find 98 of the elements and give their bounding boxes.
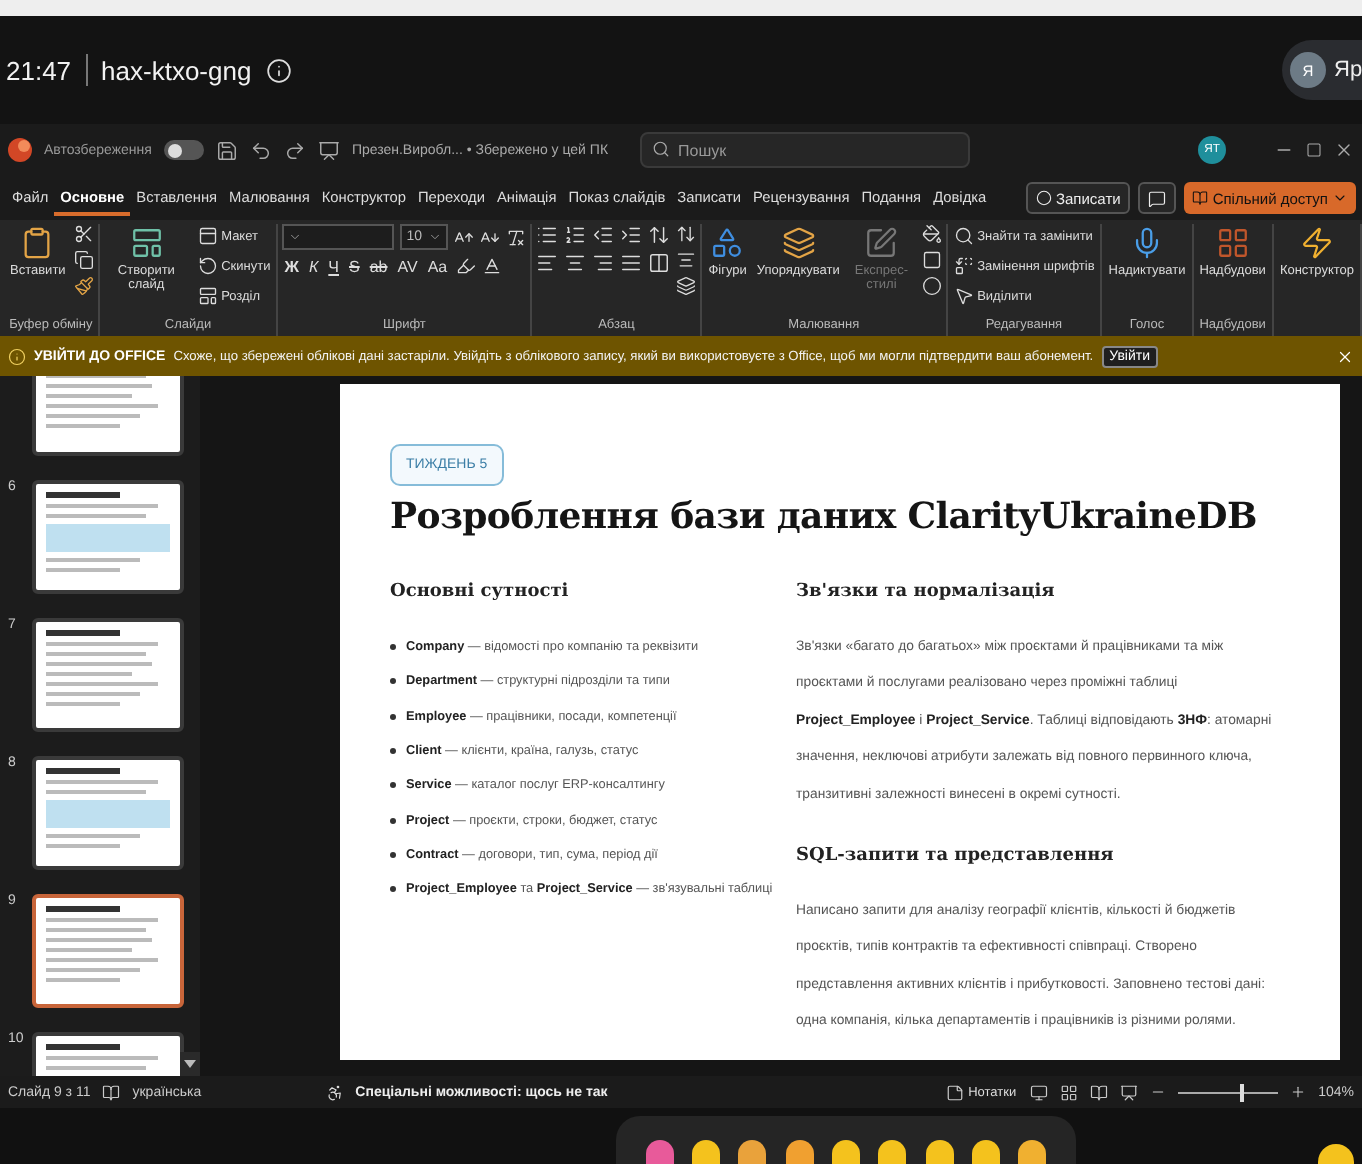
normal-view-icon[interactable] <box>1030 1083 1049 1101</box>
notes-icon <box>946 1083 965 1101</box>
reaction-icon[interactable] <box>691 1140 720 1164</box>
align-text-icon[interactable] <box>676 250 697 270</box>
bullet-icon <box>390 678 396 685</box>
lightning-icon[interactable] <box>1299 226 1334 260</box>
justify-icon[interactable] <box>620 252 643 274</box>
shrink-font-icon[interactable] <box>480 227 501 247</box>
caret-icon <box>1332 190 1348 206</box>
maximize-icon[interactable] <box>1306 142 1322 158</box>
format-button[interactable]: ab <box>367 257 390 275</box>
slide-thumbnail[interactable] <box>32 480 184 594</box>
bullet-icon <box>390 886 396 893</box>
slide-thumbnail[interactable] <box>32 894 184 1008</box>
save-icon[interactable] <box>215 139 238 161</box>
clipboard-icon[interactable] <box>20 226 55 260</box>
info-icon[interactable] <box>265 57 292 83</box>
numbering-icon[interactable] <box>564 224 587 246</box>
font-color-icon[interactable] <box>481 256 502 276</box>
format-button[interactable]: К <box>306 257 321 275</box>
close-icon[interactable] <box>1334 140 1354 160</box>
section-heading: Зв'язки та нормалізація <box>796 582 1057 602</box>
sorter-view-icon[interactable] <box>1060 1083 1079 1101</box>
slide-thumbnail[interactable] <box>32 618 184 732</box>
outdent-icon[interactable] <box>592 224 615 246</box>
indent-icon[interactable] <box>620 224 643 246</box>
app-logo <box>8 138 32 162</box>
comments-button[interactable] <box>1138 182 1177 214</box>
layout-icon[interactable] <box>197 226 218 246</box>
slideshow-icon[interactable] <box>1120 1083 1139 1101</box>
meeting-code: hax-ktxo-gng <box>101 55 252 85</box>
fill-icon[interactable] <box>921 224 942 244</box>
search-icon[interactable] <box>953 226 974 246</box>
slide-thumbnail[interactable] <box>32 756 184 870</box>
bullet-icon <box>390 644 396 651</box>
reaction-icon[interactable] <box>738 1140 767 1164</box>
section-icon[interactable] <box>197 286 218 306</box>
bullet-icon <box>390 817 396 824</box>
reaction-icon[interactable] <box>645 1140 674 1164</box>
highlighter-icon[interactable] <box>455 256 476 276</box>
accessibility-icon[interactable] <box>325 1083 344 1101</box>
record-icon <box>1035 190 1052 206</box>
meeting-time: 21:47 <box>6 55 72 85</box>
undo-icon[interactable] <box>249 139 272 161</box>
align-right-icon[interactable] <box>592 252 615 274</box>
microphone-icon[interactable] <box>1130 226 1164 260</box>
search-icon <box>652 140 671 158</box>
close-button[interactable] <box>1336 347 1354 365</box>
grow-font-icon[interactable] <box>454 227 475 247</box>
columns-icon[interactable] <box>648 252 671 274</box>
reaction-icon[interactable] <box>785 1140 814 1164</box>
caret-icon[interactable] <box>288 230 303 244</box>
reaction-icon[interactable] <box>1318 1144 1354 1164</box>
section-heading: SQL-запити та представлення <box>796 846 1116 867</box>
line-spacing-icon[interactable] <box>648 224 671 246</box>
format-button[interactable]: S <box>347 257 362 275</box>
clear-format-icon[interactable] <box>506 227 527 247</box>
bullet-icon <box>390 782 396 789</box>
participant-name: Яр <box>1334 58 1362 82</box>
bullet-icon <box>390 713 396 720</box>
search-field[interactable]: Пошук <box>640 132 971 168</box>
align-left-icon[interactable] <box>536 252 559 274</box>
reaction-icon[interactable] <box>878 1140 907 1164</box>
reaction-icon[interactable] <box>1018 1140 1047 1164</box>
format-button[interactable]: Aa <box>425 257 450 275</box>
caret-icon[interactable] <box>428 230 443 244</box>
arrange-icon[interactable] <box>781 226 816 260</box>
bullet-icon <box>390 748 396 755</box>
reaction-icon[interactable] <box>831 1140 860 1164</box>
reaction-icon[interactable] <box>925 1140 954 1164</box>
align-center-icon[interactable] <box>564 252 587 274</box>
grid-icon[interactable] <box>1215 226 1250 260</box>
redo-icon[interactable] <box>283 139 306 161</box>
reset-icon[interactable] <box>197 256 218 276</box>
format-button[interactable]: AV <box>395 257 420 275</box>
reaction-icon[interactable] <box>971 1140 1000 1164</box>
slide-title: Розроблення бази даних ClarityUkraineDB <box>390 496 1259 538</box>
reading-view-icon[interactable] <box>1090 1083 1109 1101</box>
format-button[interactable]: Ч <box>326 257 341 275</box>
format-button[interactable]: Ж <box>282 257 301 275</box>
info-icon <box>8 347 26 365</box>
close-icon <box>1336 347 1354 365</box>
shapes-icon[interactable] <box>710 226 745 260</box>
brush-icon[interactable] <box>73 276 94 296</box>
bullet-icon <box>390 851 396 858</box>
present-icon[interactable] <box>317 139 340 161</box>
outline-icon[interactable] <box>921 250 942 270</box>
slide-icon[interactable] <box>129 226 164 260</box>
autosave-toggle[interactable] <box>163 140 204 160</box>
pointer-icon[interactable] <box>953 286 974 306</box>
text-direction-icon[interactable] <box>676 224 697 244</box>
copy-icon[interactable] <box>73 250 94 270</box>
comment-icon <box>1148 189 1167 207</box>
font-name-field[interactable] <box>282 224 395 250</box>
scissors-icon[interactable] <box>73 224 94 244</box>
section-heading: Основні сутності <box>390 582 571 602</box>
effects-icon[interactable] <box>921 276 942 296</box>
zoom-in-icon[interactable] <box>1290 1084 1307 1100</box>
